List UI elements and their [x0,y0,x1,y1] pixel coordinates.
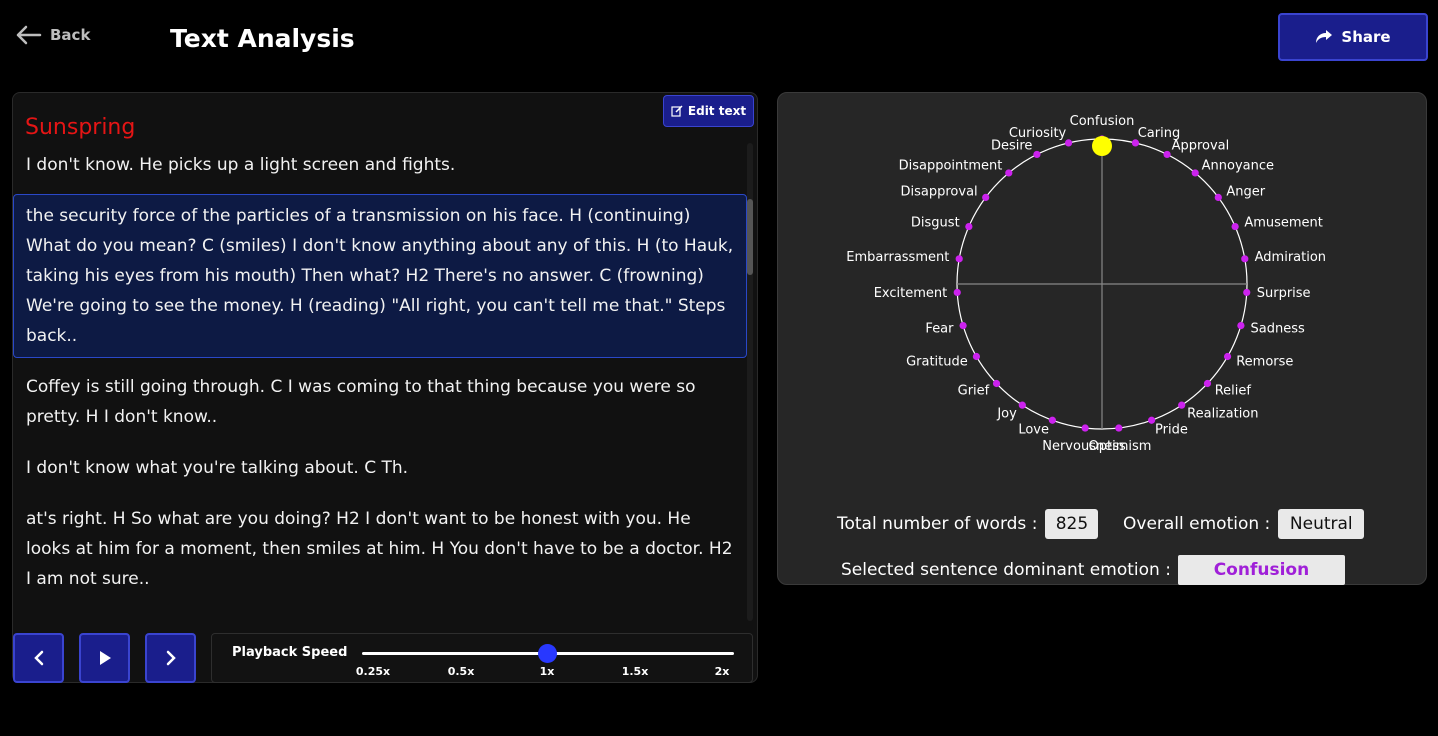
play-button[interactable] [79,633,130,683]
edit-text-button[interactable]: Edit text [663,95,754,127]
emotion-label: Disappointment [899,158,1003,173]
emotion-dot[interactable] [955,255,963,263]
emotion-label: Gratitude [906,355,968,370]
speed-tick: 2x [714,665,730,678]
emotion-label: Approval [1172,138,1230,153]
speed-tick: 1x [539,665,555,678]
emotion-dot[interactable] [982,193,990,202]
emotion-label: Realization [1187,407,1258,422]
emotion-label: Joy [996,407,1017,422]
emotion-dot[interactable] [1048,416,1057,424]
emotion-dot[interactable] [1115,424,1123,432]
emotion-dot[interactable] [1237,321,1245,330]
emotion-dot[interactable] [1203,379,1212,388]
emotion-dot[interactable] [1191,169,1199,177]
total-words-value: 825 [1045,509,1099,539]
emotion-label: Sadness [1250,321,1304,336]
speed-tick: 0.25x [355,665,391,678]
emotion-label: Love [1018,423,1049,438]
selected-emotion-label: Selected sentence dominant emotion : [841,560,1171,580]
sentence-item[interactable]: I don't know what you're talking about. … [13,608,747,621]
sentence-item[interactable]: Coffey is still going through. C I was c… [13,365,747,439]
overall-emotion-label: Overall emotion : [1123,514,1271,534]
share-label: Share [1341,28,1391,46]
emotion-label: Relief [1215,383,1252,398]
back-label: Back [50,26,91,44]
emotion-dot[interactable] [965,222,973,231]
speed-tick: 0.5x [447,665,475,678]
sentence-list: I don't know. He picks up a light screen… [13,143,747,621]
emotion-label: Excitement [874,286,948,301]
sentence-item-selected[interactable]: the security force of the particles of a… [13,194,747,358]
selected-emotion-row: Selected sentence dominant emotion : Con… [841,555,1345,585]
edit-icon [671,105,683,117]
overall-emotion-value: Neutral [1278,509,1365,539]
edit-text-label: Edit text [687,104,747,118]
emotion-label: Fear [925,321,954,336]
total-words-label: Total number of words : [837,514,1038,534]
emotion-dot[interactable] [1241,255,1249,263]
selected-emotion-value: Confusion [1177,555,1345,585]
emotion-dot[interactable] [953,288,961,297]
emotion-dot[interactable] [972,352,981,361]
text-panel: Sunspring Edit text I don't know. He pic… [12,92,758,683]
emotion-dot[interactable] [1231,222,1239,231]
emotion-dot[interactable] [1005,169,1013,177]
sentence-item[interactable]: I don't know what you're talking about. … [13,446,747,490]
emotion-dot[interactable] [992,379,1001,388]
emotion-label: Curiosity [1009,126,1067,141]
play-icon [99,651,111,665]
emotion-label: Remorse [1236,355,1293,370]
emotion-label: Admiration [1255,250,1326,265]
emotion-label: Nervousness [1042,439,1126,454]
scrollbar[interactable] [747,143,753,621]
next-button[interactable] [145,633,196,683]
emotion-label: Annoyance [1202,158,1274,173]
scrollbar-thumb[interactable] [747,199,753,275]
emotion-label: Anger [1226,184,1265,199]
previous-button[interactable] [13,633,64,683]
emotion-dot[interactable] [1163,150,1171,159]
emotion-dot[interactable] [1178,401,1186,409]
emotion-dot[interactable] [959,321,967,330]
emotion-label: Embarrassment [846,250,949,265]
document-title: Sunspring [25,115,136,140]
emotion-panel: Confusion Caring Approval Annoyance Anger Amu… [777,92,1427,585]
emotion-wheel: ConfusionCaringApprovalAnnoyanceAngerAmu… [846,114,1326,454]
playback-speed-control: Playback Speed 0.25x 0.5x 1x 1.5x 2x [211,633,753,683]
emotion-label: Grief [958,383,990,398]
total-words-row: Total number of words : 825 [837,509,1099,539]
emotion-dot[interactable] [1214,193,1222,202]
emotion-dot[interactable] [1081,424,1089,432]
emotion-label: Amusement [1244,216,1323,231]
emotion-label: Disgust [911,216,960,231]
emotion-label: Surprise [1257,286,1311,301]
emotion-label: Pride [1155,423,1188,438]
sentence-item[interactable]: I don't know. He picks up a light screen… [13,143,747,187]
emotion-dot[interactable] [1243,288,1251,297]
emotion-label: Disapproval [901,184,978,199]
emotion-dot[interactable] [1018,401,1026,409]
sentence-item[interactable]: at's right. H So what are you doing? H2 … [13,497,747,601]
speed-slider-thumb[interactable] [538,644,557,663]
highlighted-emotion-marker [1092,136,1112,156]
emotion-dot[interactable] [1223,352,1232,361]
speed-tick: 1.5x [621,665,649,678]
chevron-left-icon [33,650,43,666]
page-title: Text Analysis [170,24,355,53]
share-icon [1316,30,1333,43]
emotion-dot[interactable] [1033,150,1041,159]
chevron-right-icon [166,650,176,666]
arrow-left-icon [16,25,42,45]
share-button[interactable]: Share [1278,13,1428,61]
playback-speed-label: Playback Speed [232,645,348,660]
overall-emotion-row: Overall emotion : Neutral [1123,509,1365,539]
emotion-label: Confusion [1070,114,1135,129]
back-link[interactable]: Back [14,24,90,46]
